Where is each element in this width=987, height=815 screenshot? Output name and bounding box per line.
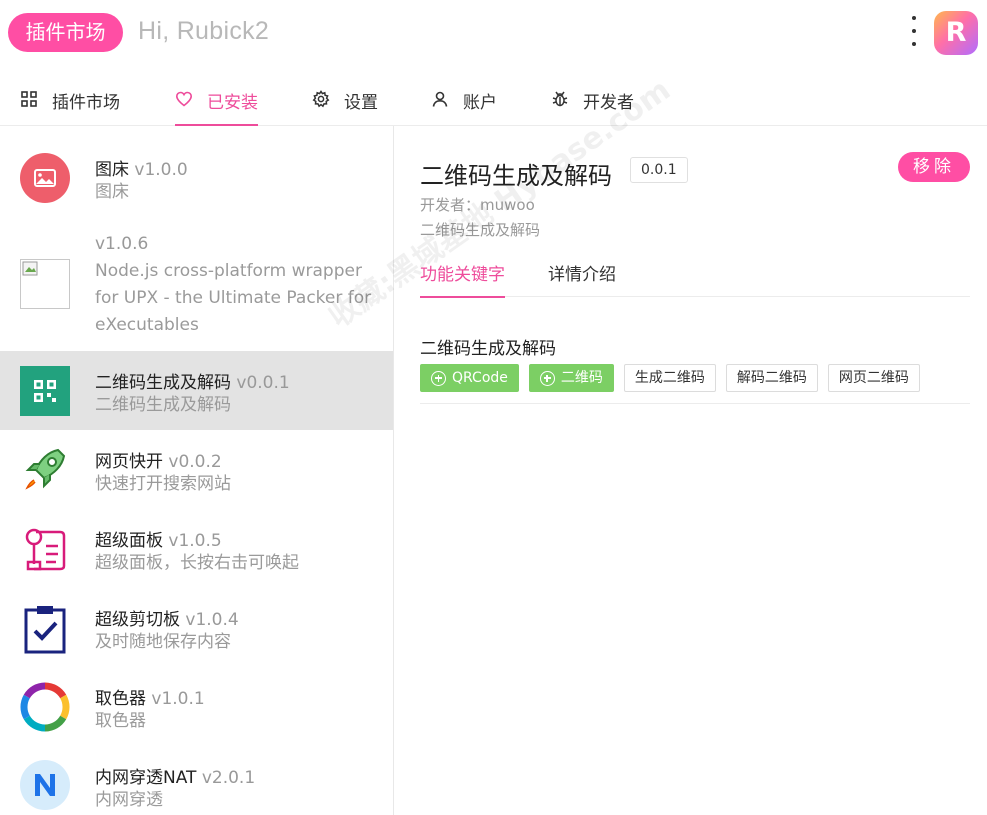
plugin-detail-title: 二维码生成及解码 — [420, 162, 612, 190]
keyword-group-title: 二维码生成及解码 — [420, 339, 556, 359]
plugin-item-web-quickopen[interactable]: 网页快开 v0.0.2 快速打开搜索网站 — [0, 430, 393, 509]
plugin-desc: 超级面板，长按右击可唤起 — [95, 553, 299, 573]
version-badge: 0.0.1 — [630, 157, 688, 183]
bug-icon — [552, 91, 568, 107]
plugin-name: 超级剪切板 v1.0.4 — [95, 610, 239, 630]
main-nav-tabs: 插件市场 已安装 设置 账户 开发者 — [0, 76, 987, 126]
keyword-tag[interactable]: 二维码 — [528, 364, 614, 392]
plugin-desc: Node.js cross-platform wrapper for UPX -… — [95, 261, 372, 335]
plugin-name: 取色器 v1.0.1 — [95, 689, 205, 709]
plus-circle-icon — [431, 370, 446, 386]
plugin-desc: 内网穿透 — [95, 790, 163, 810]
clipboard-icon — [20, 604, 70, 654]
plugin-name: 图床 v1.0.0 — [95, 160, 188, 180]
plugin-desc: 快速打开搜索网站 — [95, 474, 231, 494]
tab-label: 插件市场 — [52, 93, 120, 113]
plugin-desc: 取色器 — [95, 711, 146, 731]
grid-icon — [21, 91, 37, 107]
tab-settings[interactable]: 设置 — [312, 76, 378, 126]
tab-label: 开发者 — [583, 93, 634, 113]
more-menu-icon[interactable] — [904, 16, 924, 46]
plugin-desc: 及时随地保存内容 — [95, 632, 231, 652]
tab-keywords[interactable]: 功能关键字 — [420, 260, 505, 298]
plugin-item-qrcode[interactable]: 二维码生成及解码 v0.0.1 二维码生成及解码 — [0, 351, 393, 430]
keyword-tag[interactable]: 生成二维码 — [623, 364, 716, 392]
tab-label: 已安装 — [207, 93, 258, 113]
panel-icon — [20, 524, 70, 574]
keyword-tag[interactable]: 网页二维码 — [827, 364, 920, 392]
greeting-text: Hi, Rubick2 — [138, 17, 270, 45]
user-icon — [432, 91, 448, 107]
tab-developer[interactable]: 开发者 — [551, 76, 634, 126]
plugin-item-super-panel[interactable]: 超级面板 v1.0.5 超级面板，长按右击可唤起 — [0, 509, 393, 588]
tab-label: 设置 — [344, 93, 378, 113]
plugin-desc: 图床 — [95, 182, 129, 202]
keyword-tag[interactable]: QRCode — [420, 364, 519, 392]
plugin-item-upx[interactable]: v1.0.6 Node.js cross-platform wrapper fo… — [0, 226, 393, 351]
plugin-item-super-clipboard[interactable]: 超级剪切板 v1.0.4 及时随地保存内容 — [0, 588, 393, 667]
plugin-item-nat[interactable]: 内网穿透NAT v2.0.1 内网穿透 — [0, 746, 393, 815]
app-header: 插件市场 Hi, Rubick2 R — [0, 0, 987, 66]
image-icon — [20, 153, 70, 203]
tab-details[interactable]: 详情介绍 — [548, 260, 616, 297]
n-letter-icon — [20, 760, 70, 810]
remove-plugin-button[interactable]: 移除 — [898, 152, 970, 182]
plus-circle-icon — [539, 370, 555, 386]
keyword-tag[interactable]: 解码二维码 — [725, 364, 818, 392]
keyword-tag-list: QRCode 二维码 生成二维码 解码二维码 网页二维码 — [420, 364, 920, 392]
rocket-icon — [20, 444, 70, 494]
divider — [420, 403, 970, 404]
plugin-item-color-picker[interactable]: 取色器 v1.0.1 取色器 — [0, 667, 393, 746]
detail-tabs: 功能关键字 详情介绍 — [420, 256, 970, 298]
plugin-name: 网页快开 v0.0.2 — [95, 452, 222, 472]
tab-market[interactable]: 插件市场 — [20, 76, 120, 126]
plugin-desc: 二维码生成及解码 — [95, 395, 231, 415]
plugin-detail-description: 二维码生成及解码 — [420, 221, 541, 239]
developer-text: 开发者：muwoo — [420, 196, 535, 214]
app-logo-avatar[interactable]: R — [934, 11, 978, 55]
broken-image-icon — [20, 259, 70, 309]
plugin-name: 超级面板 v1.0.5 — [95, 531, 222, 551]
market-pill-button[interactable]: 插件市场 — [8, 13, 123, 52]
tab-account[interactable]: 账户 — [431, 76, 497, 126]
tab-installed[interactable]: 已安装 — [175, 76, 258, 126]
plugin-name: 内网穿透NAT v2.0.1 — [95, 768, 256, 788]
plugin-name: 二维码生成及解码 v0.0.1 — [95, 373, 290, 393]
plugin-name: v1.0.6 — [95, 234, 149, 254]
tab-label: 账户 — [463, 93, 497, 113]
installed-plugin-list: 图床 v1.0.0 图床 v1.0.6 Node.js cross-platfo… — [0, 126, 394, 815]
plugin-item-tuchuang[interactable]: 图床 v1.0.0 图床 — [0, 126, 393, 226]
gear-icon — [312, 90, 330, 108]
heart-icon — [175, 91, 193, 107]
color-ring-icon — [20, 682, 70, 732]
qrcode-icon — [20, 366, 70, 416]
